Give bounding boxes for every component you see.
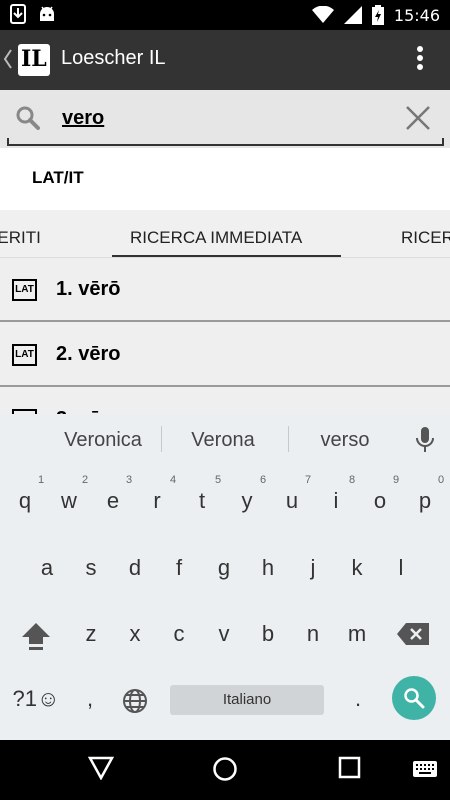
- key-u[interactable]: u: [270, 488, 314, 514]
- key-r[interactable]: r: [135, 488, 179, 514]
- results-list: LAT 1. vērō LAT 2. vēro LAT 3. vē: [0, 258, 450, 418]
- microphone-icon[interactable]: [415, 426, 435, 454]
- dot-icon: [417, 64, 423, 70]
- key-n[interactable]: n: [291, 621, 335, 647]
- key-hint: 4: [169, 474, 177, 486]
- tab-preferiti[interactable]: FERITI: [0, 228, 41, 248]
- result-text: 2. vēro: [56, 343, 121, 365]
- signal-icon: [343, 6, 362, 24]
- result-text: 1. vērō: [56, 278, 121, 300]
- search-icon: [404, 688, 425, 709]
- key-m[interactable]: m: [335, 621, 379, 647]
- comma-key[interactable]: ,: [68, 686, 112, 712]
- tab-ricerca-immediata[interactable]: RICERCA IMMEDIATA: [130, 228, 302, 248]
- back-icon[interactable]: [88, 756, 114, 780]
- globe-icon[interactable]: [122, 688, 148, 714]
- key-k[interactable]: k: [335, 555, 379, 581]
- key-hint: 0: [437, 474, 445, 486]
- shift-icon[interactable]: [20, 621, 52, 651]
- key-hint: 7: [304, 474, 312, 486]
- key-s[interactable]: s: [69, 555, 113, 581]
- key-v[interactable]: v: [202, 621, 246, 647]
- list-item[interactable]: LAT 2. vēro: [0, 323, 450, 387]
- key-hint: 8: [348, 474, 356, 486]
- key-a[interactable]: a: [25, 555, 69, 581]
- status-bar: 15:46: [0, 0, 450, 30]
- clear-icon[interactable]: [404, 104, 432, 132]
- wifi-icon: [311, 6, 334, 23]
- key-q[interactable]: q: [3, 488, 47, 514]
- key-hint: 5: [214, 474, 222, 486]
- app-title: Loescher IL: [61, 47, 166, 69]
- dot-icon: [417, 46, 423, 52]
- key-o[interactable]: o: [358, 488, 402, 514]
- key-b[interactable]: b: [246, 621, 290, 647]
- suggestion-1[interactable]: Veronica: [48, 429, 158, 452]
- search-button[interactable]: [392, 676, 436, 720]
- key-g[interactable]: g: [202, 555, 246, 581]
- search-field: [7, 90, 444, 146]
- overflow-menu-button[interactable]: [416, 46, 424, 74]
- key-f[interactable]: f: [157, 555, 201, 581]
- suggestion-strip: Veronica Verona verso: [0, 414, 450, 466]
- key-c[interactable]: c: [157, 621, 201, 647]
- key-y[interactable]: y: [225, 488, 269, 514]
- key-h[interactable]: h: [246, 555, 290, 581]
- list-item[interactable]: LAT 1. vērō: [0, 258, 450, 322]
- key-i[interactable]: i: [314, 488, 358, 514]
- home-icon[interactable]: [212, 756, 238, 782]
- tab-ricerca[interactable]: RICER: [401, 228, 450, 248]
- key-hint: 6: [259, 474, 267, 486]
- search-area: [0, 90, 450, 148]
- language-label: LAT/IT: [32, 168, 84, 187]
- search-icon: [16, 106, 40, 130]
- app-bar: IL Loescher IL: [0, 30, 450, 90]
- suggestion-3[interactable]: verso: [290, 429, 400, 452]
- lat-badge-icon: LAT: [12, 344, 37, 366]
- recents-icon[interactable]: [338, 756, 362, 780]
- space-bar[interactable]: Italiano: [170, 685, 324, 715]
- search-input[interactable]: [62, 103, 362, 133]
- keyboard-icon[interactable]: [412, 760, 438, 780]
- battery-charging-icon: [371, 5, 384, 25]
- status-time: 15:46: [393, 5, 440, 25]
- keyboard: Veronica Verona verso q 1w 2e 3r 4t 5y 6u 7i 8o 9…: [0, 414, 450, 740]
- key-e[interactable]: e: [91, 488, 135, 514]
- app-logo[interactable]: IL: [18, 44, 50, 76]
- key-hint: 2: [81, 474, 89, 486]
- navigation-bar: [0, 740, 450, 800]
- key-j[interactable]: j: [291, 555, 335, 581]
- download-icon: [10, 4, 26, 24]
- dot-icon: [417, 55, 423, 61]
- key-d[interactable]: d: [113, 555, 157, 581]
- language-bar[interactable]: LAT/IT: [0, 148, 450, 210]
- suggestion-2[interactable]: Verona: [168, 429, 278, 452]
- android-icon: [40, 6, 54, 21]
- key-hint: 1: [37, 474, 45, 486]
- key-l[interactable]: l: [379, 555, 423, 581]
- key-p[interactable]: p: [403, 488, 447, 514]
- lat-badge-icon: LAT: [12, 279, 37, 301]
- tab-bar: FERITI RICERCA IMMEDIATA RICER: [0, 210, 450, 258]
- divider: [161, 426, 162, 452]
- period-key[interactable]: .: [336, 686, 380, 712]
- backspace-icon[interactable]: [396, 622, 430, 646]
- key-hint: 9: [392, 474, 400, 486]
- symbols-key[interactable]: ?1☺: [12, 686, 60, 712]
- back-chevron-icon[interactable]: [3, 48, 13, 70]
- key-z[interactable]: z: [69, 621, 113, 647]
- key-hint: 3: [125, 474, 133, 486]
- key-t[interactable]: t: [180, 488, 224, 514]
- key-w[interactable]: w: [47, 488, 91, 514]
- key-x[interactable]: x: [113, 621, 157, 647]
- divider: [288, 426, 289, 452]
- app-logo-text: IL: [21, 46, 47, 72]
